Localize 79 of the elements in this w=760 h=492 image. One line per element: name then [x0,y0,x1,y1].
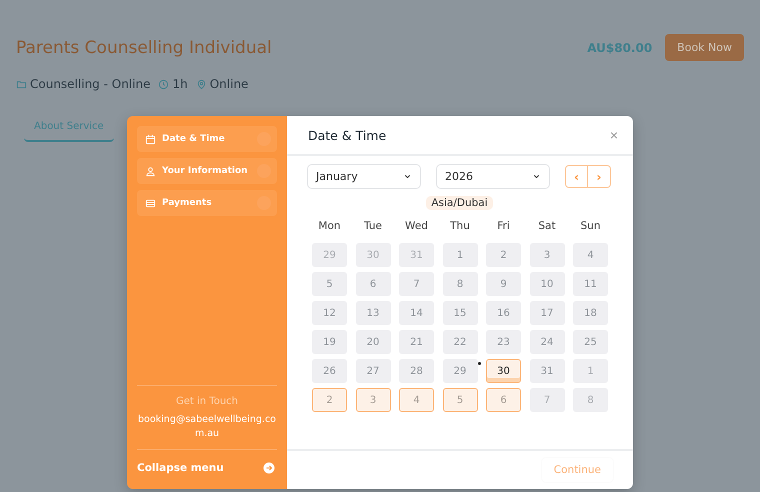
weekday-label: Mon [317,220,342,234]
weekday-label: Thu [449,220,471,234]
day-cell[interactable]: 12 [312,301,347,325]
day-cell[interactable]: 6 [356,272,390,296]
caret-icon [532,172,541,181]
weekday-label: Sat [537,220,557,234]
caret-icon [403,172,412,181]
day-cell[interactable]: 3 [530,243,564,267]
step-item[interactable]: Payments [137,190,277,216]
day-cell[interactable]: 4 [399,388,434,412]
day-cell[interactable]: 29 [442,359,478,383]
next-month-button[interactable]: › [588,165,611,188]
location-pin-icon [196,78,207,90]
day-cell[interactable]: 25 [573,330,608,354]
price-text: AU$80.00 [587,40,652,54]
clock-icon [158,78,170,90]
day-cell[interactable]: 27 [356,359,390,383]
day-cell[interactable]: 31 [399,243,434,267]
day-cell[interactable]: 19 [312,330,347,354]
step-item[interactable]: Date & Time [137,126,277,152]
weekday-label: Fri [496,220,511,234]
previous-month-button[interactable]: ‹ [565,165,588,188]
person-icon [145,166,156,176]
day-cell[interactable]: 16 [486,301,521,325]
day-cell[interactable]: 8 [573,388,608,412]
folder-icon [16,78,27,90]
day-cell[interactable]: 30 [486,359,521,383]
weekday-label: Tue [363,220,383,234]
calendar-icon [145,134,156,144]
weekday-label: Wed [404,220,429,234]
day-cell[interactable]: 20 [356,330,390,354]
day-cell[interactable]: 24 [530,330,564,354]
day-cell[interactable]: 1 [573,359,608,383]
collapse-menu-button[interactable]: Collapse menu [137,449,277,489]
day-cell[interactable]: 1 [442,243,478,267]
day-cell[interactable]: 23 [486,330,521,354]
panel-title: Date & Time [308,128,386,142]
day-cell[interactable]: 5 [442,388,478,412]
weekday-label: Sun [580,220,602,234]
step-item[interactable]: Your Information [137,158,277,184]
day-cell[interactable]: 7 [399,272,434,296]
day-cell[interactable]: 11 [573,272,608,296]
day-cell[interactable]: 7 [530,388,564,412]
day-cell[interactable]: 4 [573,243,608,267]
duration-text: 1h [172,77,188,91]
day-cell[interactable]: 15 [442,301,478,325]
day-cell[interactable]: 3 [356,388,390,412]
contact-heading: Get in Touch [175,396,239,408]
arrow-right-circle-icon [263,462,275,474]
day-cell[interactable]: 26 [312,359,347,383]
day-cell[interactable]: 18 [573,301,608,325]
day-cell[interactable]: 2 [312,388,347,412]
email-text: booking@sabeelwellbeing.com.au [137,413,277,441]
card-icon [145,198,156,208]
service-tab[interactable]: About Service [24,115,114,142]
day-cell[interactable]: 5 [312,272,347,296]
location-text: Online [210,77,248,91]
day-cell[interactable]: 22 [442,330,478,354]
day-cell[interactable]: 31 [530,359,564,383]
day-cell[interactable]: 6 [486,388,521,412]
close-button[interactable]: × [606,127,621,143]
timezone-badge: Asia/Dubai [426,196,493,210]
continue-button[interactable]: Continue [542,458,613,482]
category-text: Counselling - Online [30,77,150,91]
day-cell[interactable]: 17 [530,301,564,325]
day-cell[interactable]: 2 [486,243,521,267]
month-select[interactable]: January [307,164,421,189]
book-now-button[interactable]: Book Now [665,34,744,61]
day-cell[interactable]: 8 [442,272,478,296]
day-cell[interactable]: 14 [399,301,434,325]
day-cell[interactable]: 10 [530,272,564,296]
day-cell[interactable]: 13 [356,301,390,325]
day-cell[interactable]: 30 [356,243,390,267]
day-cell[interactable]: 21 [399,330,434,354]
day-cell[interactable]: 29 [312,243,347,267]
day-cell[interactable]: 9 [486,272,521,296]
day-cell[interactable]: 28 [399,359,434,383]
service-title: Parents Counselling Individual [16,38,272,58]
year-select[interactable]: 2026 [436,164,550,189]
